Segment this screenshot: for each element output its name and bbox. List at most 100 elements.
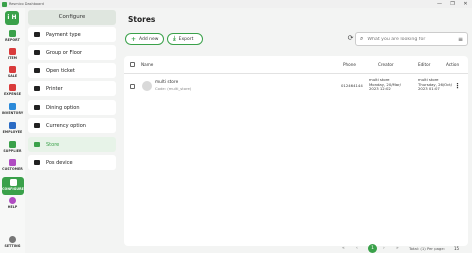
left-nav: i H REPORT ITEM SALE EXPENSE INVENTORY E…	[0, 8, 25, 253]
nav-label: EXPENSE	[4, 92, 21, 96]
pagination-total: Total: (1) Per page:	[409, 246, 445, 251]
config-item-label: Currency option	[46, 122, 86, 129]
refresh-icon[interactable]: ⟳	[346, 34, 355, 43]
config-item-label: Printer	[46, 85, 63, 92]
nav-item-help[interactable]: HELP	[0, 197, 25, 215]
window-titlebar: Resmico Dashboard — ❐ ✕	[0, 0, 472, 8]
search-icon: ⌕	[360, 35, 364, 42]
config-item-label: Open ticket	[46, 67, 75, 74]
creator-time: 2023 12:02	[369, 86, 391, 91]
nav-item-supplier[interactable]: SUPPLIER	[0, 141, 25, 159]
store-phone: 012464144	[341, 83, 363, 88]
plus-icon: +	[131, 35, 137, 43]
config-item-dining-option[interactable]: Dining option	[28, 100, 116, 115]
filter-icon[interactable]: ≡	[458, 36, 463, 43]
config-item-pos-device[interactable]: Pos device	[28, 155, 116, 170]
export-icon: ⤓	[173, 35, 176, 42]
truck-icon	[9, 141, 16, 148]
export-label: Export	[178, 36, 194, 42]
config-item-label: Payment type	[46, 31, 81, 38]
table-header: Name Phone Creator Editor Action	[124, 56, 468, 74]
gear-icon	[9, 236, 16, 243]
export-button[interactable]: ⤓ Export	[167, 33, 203, 45]
config-item-label: Store	[46, 141, 60, 148]
per-page-select[interactable]: 15	[454, 245, 459, 253]
table-row[interactable]: multi store Code: (multi_store) 01246414…	[124, 75, 468, 99]
column-name: Name	[141, 62, 154, 67]
first-page-button[interactable]: «	[342, 245, 345, 253]
group-icon	[34, 50, 40, 55]
pagination: « ‹ 1 › » Total: (1) Per page: 15	[120, 244, 472, 253]
config-item-store[interactable]: Store	[28, 137, 116, 152]
prev-page-button[interactable]: ‹	[356, 245, 358, 253]
nav-item-expense[interactable]: EXPENSE	[0, 84, 25, 102]
currency-icon	[34, 123, 40, 128]
nav-label: HELP	[7, 205, 18, 209]
current-page[interactable]: 1	[368, 244, 377, 253]
config-item-open-ticket[interactable]: Open ticket	[28, 63, 116, 78]
configure-icon	[9, 179, 17, 186]
configure-title: Configure	[28, 10, 116, 25]
add-new-button[interactable]: + Add new	[125, 33, 164, 45]
config-item-payment-type[interactable]: Payment type	[28, 27, 116, 42]
nav-label: SUPPLIER	[3, 149, 22, 153]
nav-label: CONFIGURE	[2, 187, 24, 191]
nav-label: SETTING	[4, 244, 21, 248]
store-name: multi store	[155, 80, 179, 85]
nav-label: EMPLOYEE	[2, 130, 23, 134]
customer-icon	[9, 159, 16, 166]
config-item-printer[interactable]: Printer	[28, 81, 116, 96]
nav-label: INVENTORY	[1, 111, 24, 115]
nav-item-item[interactable]: ITEM	[0, 48, 25, 66]
search-box[interactable]: ⌕ ≡	[355, 32, 468, 46]
main-content: Stores + Add new ⤓ Export ⟳ ⌕ ≡ Name Pho…	[120, 8, 472, 253]
select-all-checkbox[interactable]	[130, 62, 135, 67]
row-checkbox[interactable]	[130, 84, 135, 89]
editor-time: 2023 01:07	[418, 86, 440, 91]
minimize-button[interactable]: —	[433, 0, 446, 8]
chart-icon	[9, 30, 16, 37]
nav-item-inventory[interactable]: INVENTORY	[0, 103, 25, 121]
store-icon	[34, 142, 40, 147]
nav-item-employee[interactable]: EMPLOYEE	[0, 122, 25, 140]
dining-icon	[34, 105, 40, 110]
page-title: Stores	[128, 15, 156, 24]
search-input[interactable]	[367, 36, 448, 42]
stores-table: Name Phone Creator Editor Action multi s…	[124, 56, 468, 246]
last-page-button[interactable]: »	[396, 245, 399, 253]
nav-item-setting[interactable]: SETTING	[0, 236, 25, 253]
nav-item-configure[interactable]: CONFIGURE	[2, 177, 24, 195]
id-card-icon	[9, 122, 16, 129]
config-item-currency-option[interactable]: Currency option	[28, 118, 116, 133]
logo: i H	[5, 11, 19, 25]
nav-label: ITEM	[7, 56, 18, 60]
nav-item-report[interactable]: REPORT	[0, 30, 25, 48]
config-item-label: Pos device	[46, 159, 73, 166]
ticket-icon	[34, 68, 40, 73]
inventory-icon	[9, 103, 16, 110]
config-item-group-or-floor[interactable]: Group or Floor	[28, 45, 116, 60]
column-editor: Editor	[418, 62, 431, 67]
maximize-button[interactable]: ❐	[446, 0, 459, 8]
card-icon	[34, 32, 40, 37]
next-page-button[interactable]: ›	[383, 245, 385, 253]
window-title: Resmico Dashboard	[9, 2, 44, 6]
money-icon	[9, 84, 16, 91]
cut-icon	[9, 66, 16, 73]
config-item-label: Dining option	[46, 104, 80, 111]
column-action: Action	[446, 62, 460, 67]
nav-label: SALE	[7, 74, 18, 78]
column-phone: Phone	[343, 62, 356, 67]
store-code: Code: (multi_store)	[155, 86, 192, 91]
close-button[interactable]: ✕	[459, 0, 472, 8]
config-item-label: Group or Floor	[46, 49, 82, 56]
gift-icon	[9, 48, 16, 55]
printer-icon	[34, 86, 40, 91]
nav-item-customer[interactable]: CUSTOMER	[0, 159, 25, 177]
add-new-label: Add new	[139, 36, 159, 42]
nav-item-sale[interactable]: SALE	[0, 66, 25, 84]
configure-panel: Configure Payment type Group or Floor Op…	[26, 8, 118, 253]
more-vert-icon[interactable]: ⋮	[454, 82, 461, 90]
nav-label: REPORT	[5, 38, 20, 42]
window-controls: — ❐ ✕	[433, 0, 472, 8]
